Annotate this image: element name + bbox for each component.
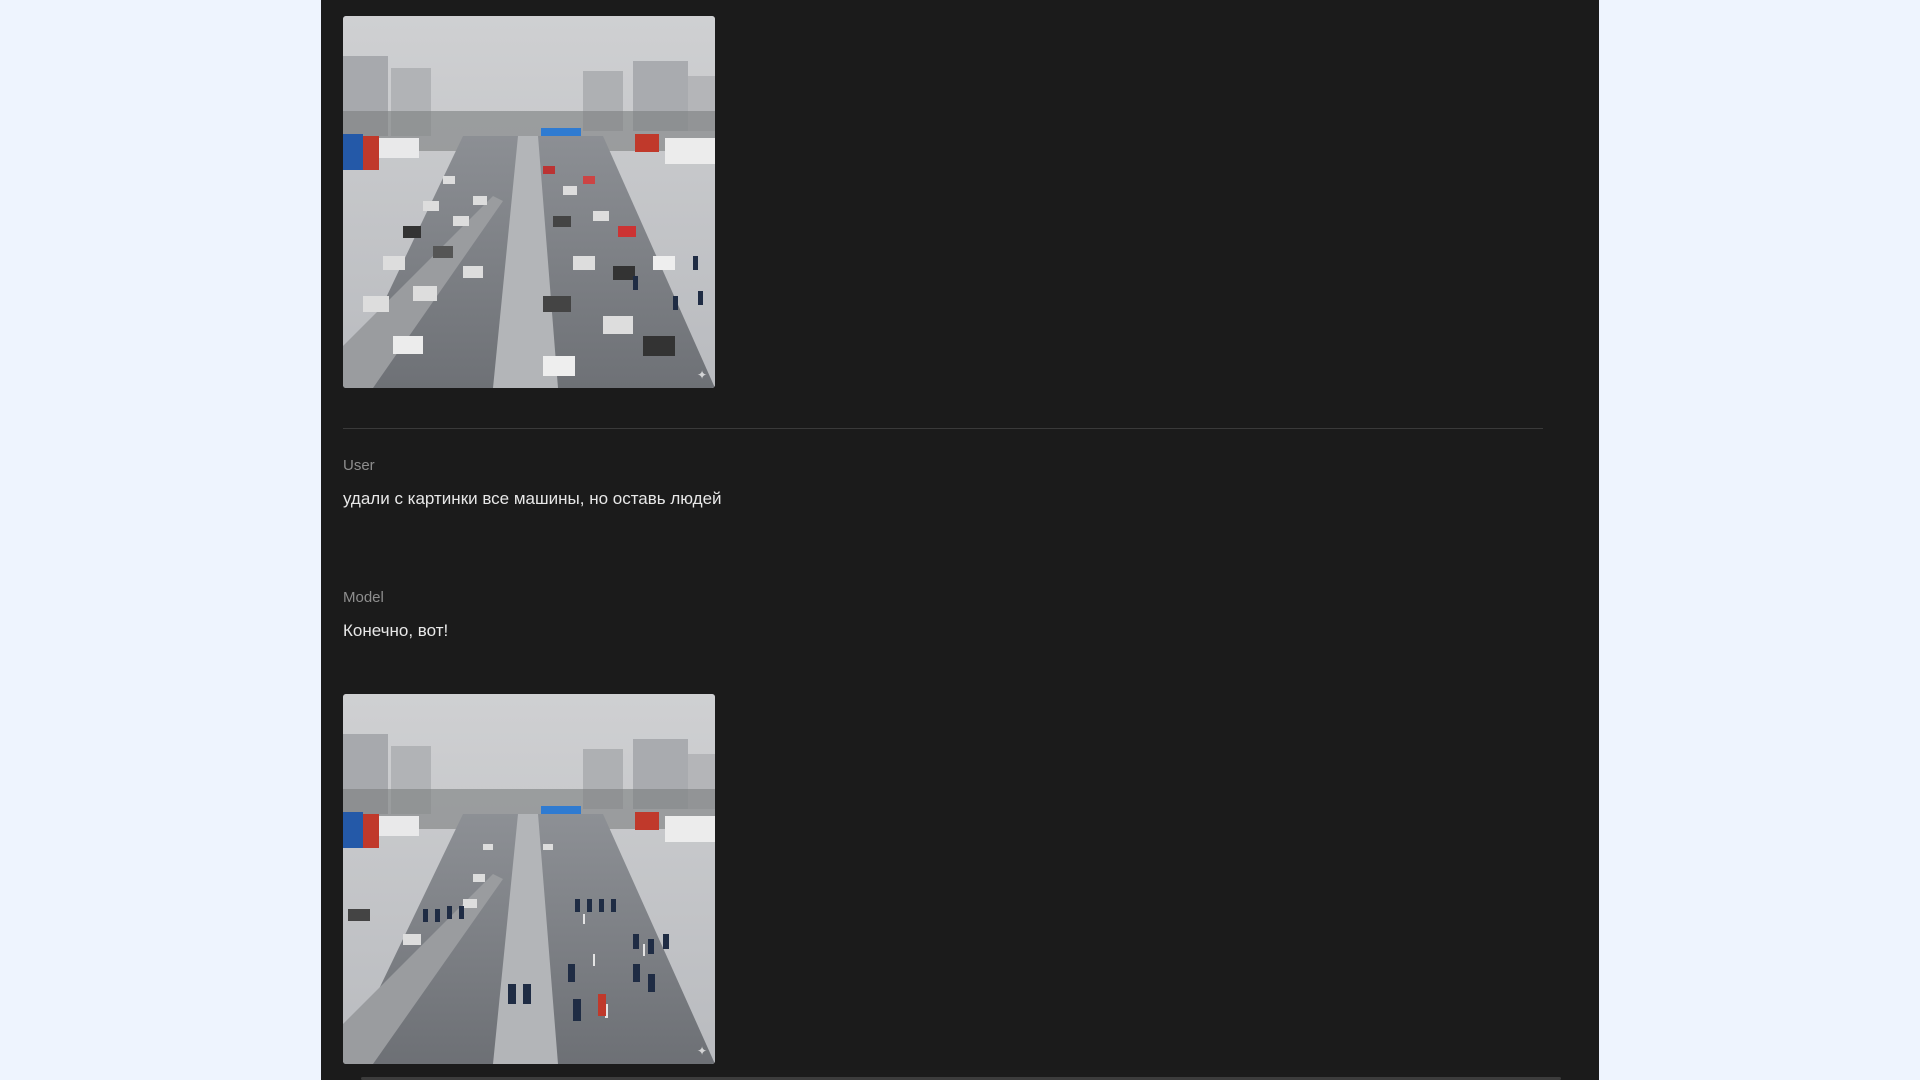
traffic-jam-photo-icon [343, 16, 715, 388]
sparkle-icon: ✦ [696, 368, 707, 382]
user-role-label: User [343, 457, 375, 474]
chat-panel: ✦ User удали с картинки все машины, но о… [321, 0, 1599, 1080]
divider [343, 428, 1543, 429]
model-role-label: Model [343, 589, 384, 606]
empty-highway-photo-icon [343, 694, 715, 1064]
model-message-text: Конечно, вот! [343, 621, 449, 640]
sparkle-icon: ✦ [696, 1044, 707, 1058]
user-message-text: удали с картинки все машины, но оставь л… [343, 489, 722, 508]
traffic-jam-image[interactable]: ✦ [343, 16, 715, 388]
edited-highway-image[interactable]: ✦ [343, 694, 715, 1064]
